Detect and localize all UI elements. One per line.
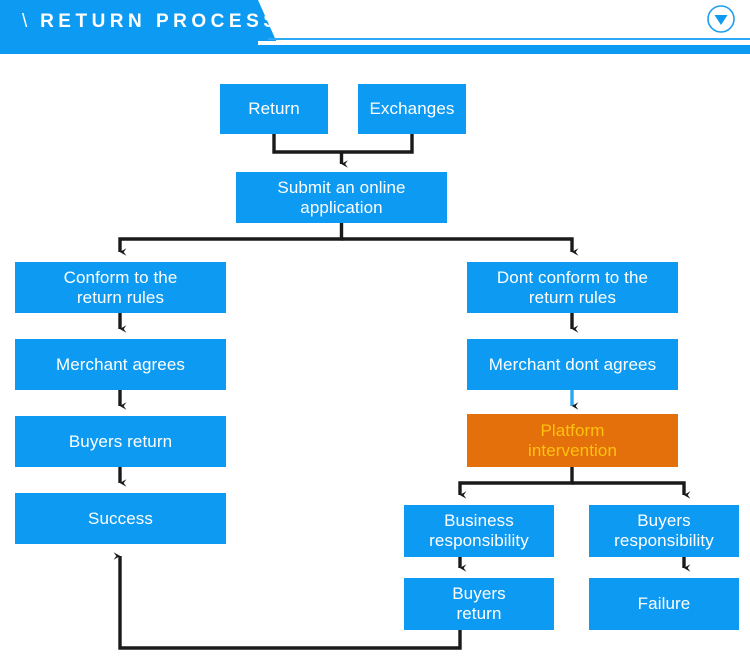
node-return[interactable]: Return	[220, 84, 328, 134]
node-buyers-return-right[interactable]: Buyers return	[404, 578, 554, 630]
header-thin-rule	[268, 38, 750, 40]
node-label: Buyers responsibility	[614, 511, 714, 550]
edge-platform-to-buyers-resp	[572, 481, 691, 499]
node-success[interactable]: Success	[15, 493, 226, 544]
header-thick-rule	[0, 45, 750, 54]
edge-return-exchanges-merge	[272, 134, 414, 154]
page-header: \ RETURN PROCESS	[0, 0, 750, 56]
node-label: Failure	[637, 594, 691, 613]
edge-submit-to-conform	[118, 223, 344, 256]
header-rule-gap	[258, 41, 750, 45]
node-platform-intervention[interactable]: Platform intervention	[467, 414, 678, 467]
node-buyers-return-left[interactable]: Buyers return	[15, 416, 226, 467]
node-label: Conform to the return rules	[63, 267, 178, 307]
node-conform-to-return-rules[interactable]: Conform to the return rules	[15, 262, 226, 313]
node-merchant-agrees[interactable]: Merchant agrees	[15, 339, 226, 390]
page-title: \ RETURN PROCESS	[22, 11, 280, 33]
edge-submit-to-dont-conform	[341, 237, 579, 256]
node-label: Exchanges	[369, 99, 455, 118]
node-label: Business responsibility	[429, 511, 529, 550]
node-submit-online-application[interactable]: Submit an online application	[236, 172, 447, 223]
node-dont-conform-to-return-rules[interactable]: Dont conform to the return rules	[467, 262, 678, 313]
node-label: Submit an online application	[277, 177, 406, 217]
flowchart: Return Exchanges Submit an online applica…	[0, 56, 750, 665]
node-buyers-responsibility[interactable]: Buyers responsibility	[589, 505, 739, 557]
node-label: Buyers return	[452, 584, 506, 623]
circle-down-triangle-icon[interactable]	[706, 4, 736, 34]
node-label: Success	[88, 508, 153, 528]
node-failure[interactable]: Failure	[589, 578, 739, 630]
node-label: Dont conform to the return rules	[496, 267, 649, 307]
node-label: Buyers return	[68, 431, 173, 451]
edge-platform-to-business-resp	[458, 467, 574, 499]
node-label: Merchant dont agrees	[488, 354, 657, 374]
node-label: Return	[248, 99, 300, 118]
node-merchant-dont-agrees[interactable]: Merchant dont agrees	[467, 339, 678, 390]
node-label: Platform intervention	[527, 420, 618, 460]
title-slash: \	[22, 11, 31, 32]
node-exchanges[interactable]: Exchanges	[358, 84, 466, 134]
title-text: RETURN PROCESS	[40, 11, 281, 32]
node-business-responsibility[interactable]: Business responsibility	[404, 505, 554, 557]
return-process-page: \ RETURN PROCESS Return Exchanges Submit…	[0, 0, 750, 665]
node-label: Merchant agrees	[55, 354, 186, 374]
